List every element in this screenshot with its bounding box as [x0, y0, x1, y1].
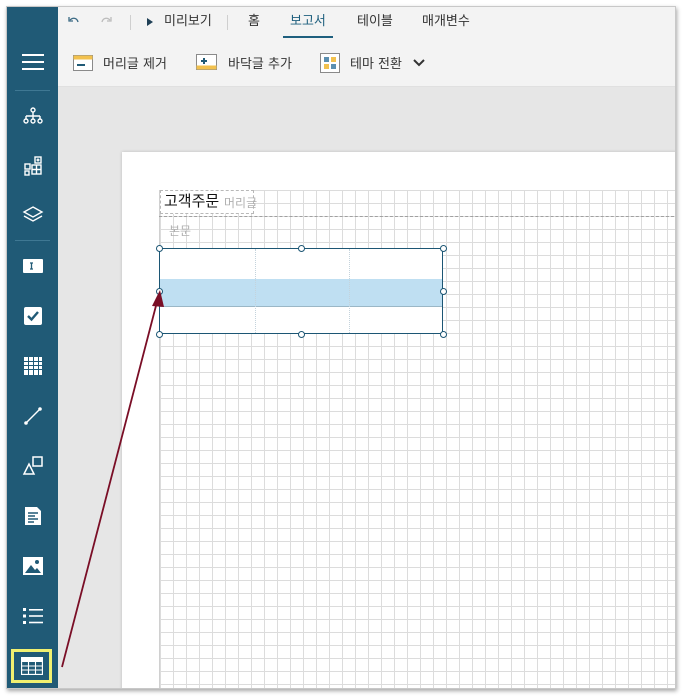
- add-footer-label: 바닥글 추가: [228, 57, 292, 72]
- component-icon[interactable]: [7, 144, 58, 188]
- top-toolbar: 미리보기 홈 보고서 테이블 매개변수: [58, 7, 675, 40]
- resize-handle[interactable]: [440, 245, 447, 252]
- report-page: 머리글 고객주문 본문: [122, 152, 675, 688]
- undo-icon[interactable]: [67, 7, 81, 37]
- resize-handle[interactable]: [156, 288, 163, 295]
- report-title-text: 고객주문: [164, 192, 220, 210]
- switch-theme-label: 테마 전환: [350, 57, 402, 72]
- resize-handle[interactable]: [440, 288, 447, 295]
- resize-handle[interactable]: [156, 331, 163, 338]
- switch-theme-button[interactable]: 테마 전환: [320, 39, 426, 86]
- resize-handle[interactable]: [298, 245, 305, 252]
- textbox-icon[interactable]: [7, 244, 58, 288]
- hierarchy-icon[interactable]: [7, 94, 58, 138]
- ribbon: 머리글 제거 바닥글 추가 테마 전환: [58, 39, 675, 87]
- theme-icon: [320, 52, 340, 73]
- table-footer-row[interactable]: [160, 306, 442, 334]
- sidebar: [7, 7, 58, 688]
- table-column-divider: [255, 249, 256, 333]
- body-section-label: 본문: [169, 224, 192, 238]
- table-detail-row[interactable]: [160, 279, 442, 306]
- list-icon[interactable]: [7, 594, 58, 638]
- play-icon[interactable]: [145, 7, 155, 37]
- tab-home[interactable]: 홈: [248, 7, 260, 37]
- toolbar-divider: [130, 15, 131, 30]
- app-window: 미리보기 홈 보고서 테이블 매개변수 머리글 제거 바닥글 추가 테마 전환 …: [6, 6, 676, 689]
- richtext-icon[interactable]: [7, 494, 58, 538]
- design-canvas[interactable]: 머리글 고객주문 본문: [58, 87, 675, 688]
- tab-parameters[interactable]: 매개변수: [422, 7, 470, 37]
- add-footer-button[interactable]: 바닥글 추가: [196, 39, 292, 86]
- resize-handle[interactable]: [298, 331, 305, 338]
- table-header-row[interactable]: [160, 249, 442, 280]
- sidebar-divider: [15, 240, 50, 241]
- chevron-down-icon: [413, 58, 425, 66]
- layers-icon[interactable]: [7, 193, 58, 237]
- shapes-icon[interactable]: [7, 444, 58, 488]
- checkbox-icon[interactable]: [7, 294, 58, 338]
- remove-header-button[interactable]: 머리글 제거: [73, 39, 167, 86]
- table-control[interactable]: [159, 248, 443, 334]
- header-section-label: 머리글: [224, 196, 258, 210]
- add-footer-icon: [196, 53, 217, 70]
- tab-table[interactable]: 테이블: [357, 7, 393, 37]
- line-icon[interactable]: [7, 394, 58, 438]
- toolbar-divider: [227, 15, 228, 30]
- preview-button[interactable]: 미리보기: [164, 7, 212, 37]
- remove-header-icon: [73, 54, 93, 71]
- resize-handle[interactable]: [156, 245, 163, 252]
- tab-report[interactable]: 보고서: [290, 7, 326, 37]
- table-icon[interactable]: [11, 649, 52, 683]
- active-tab-indicator: [283, 36, 333, 38]
- hamburger-menu-icon[interactable]: [7, 40, 58, 84]
- header-separator: [159, 216, 675, 217]
- grid-dots-icon[interactable]: [7, 344, 58, 388]
- redo-icon[interactable]: [99, 7, 113, 37]
- resize-handle[interactable]: [440, 331, 447, 338]
- sidebar-divider: [15, 90, 50, 91]
- image-icon[interactable]: [7, 544, 58, 588]
- table-column-divider: [349, 249, 350, 333]
- remove-header-label: 머리글 제거: [103, 57, 167, 72]
